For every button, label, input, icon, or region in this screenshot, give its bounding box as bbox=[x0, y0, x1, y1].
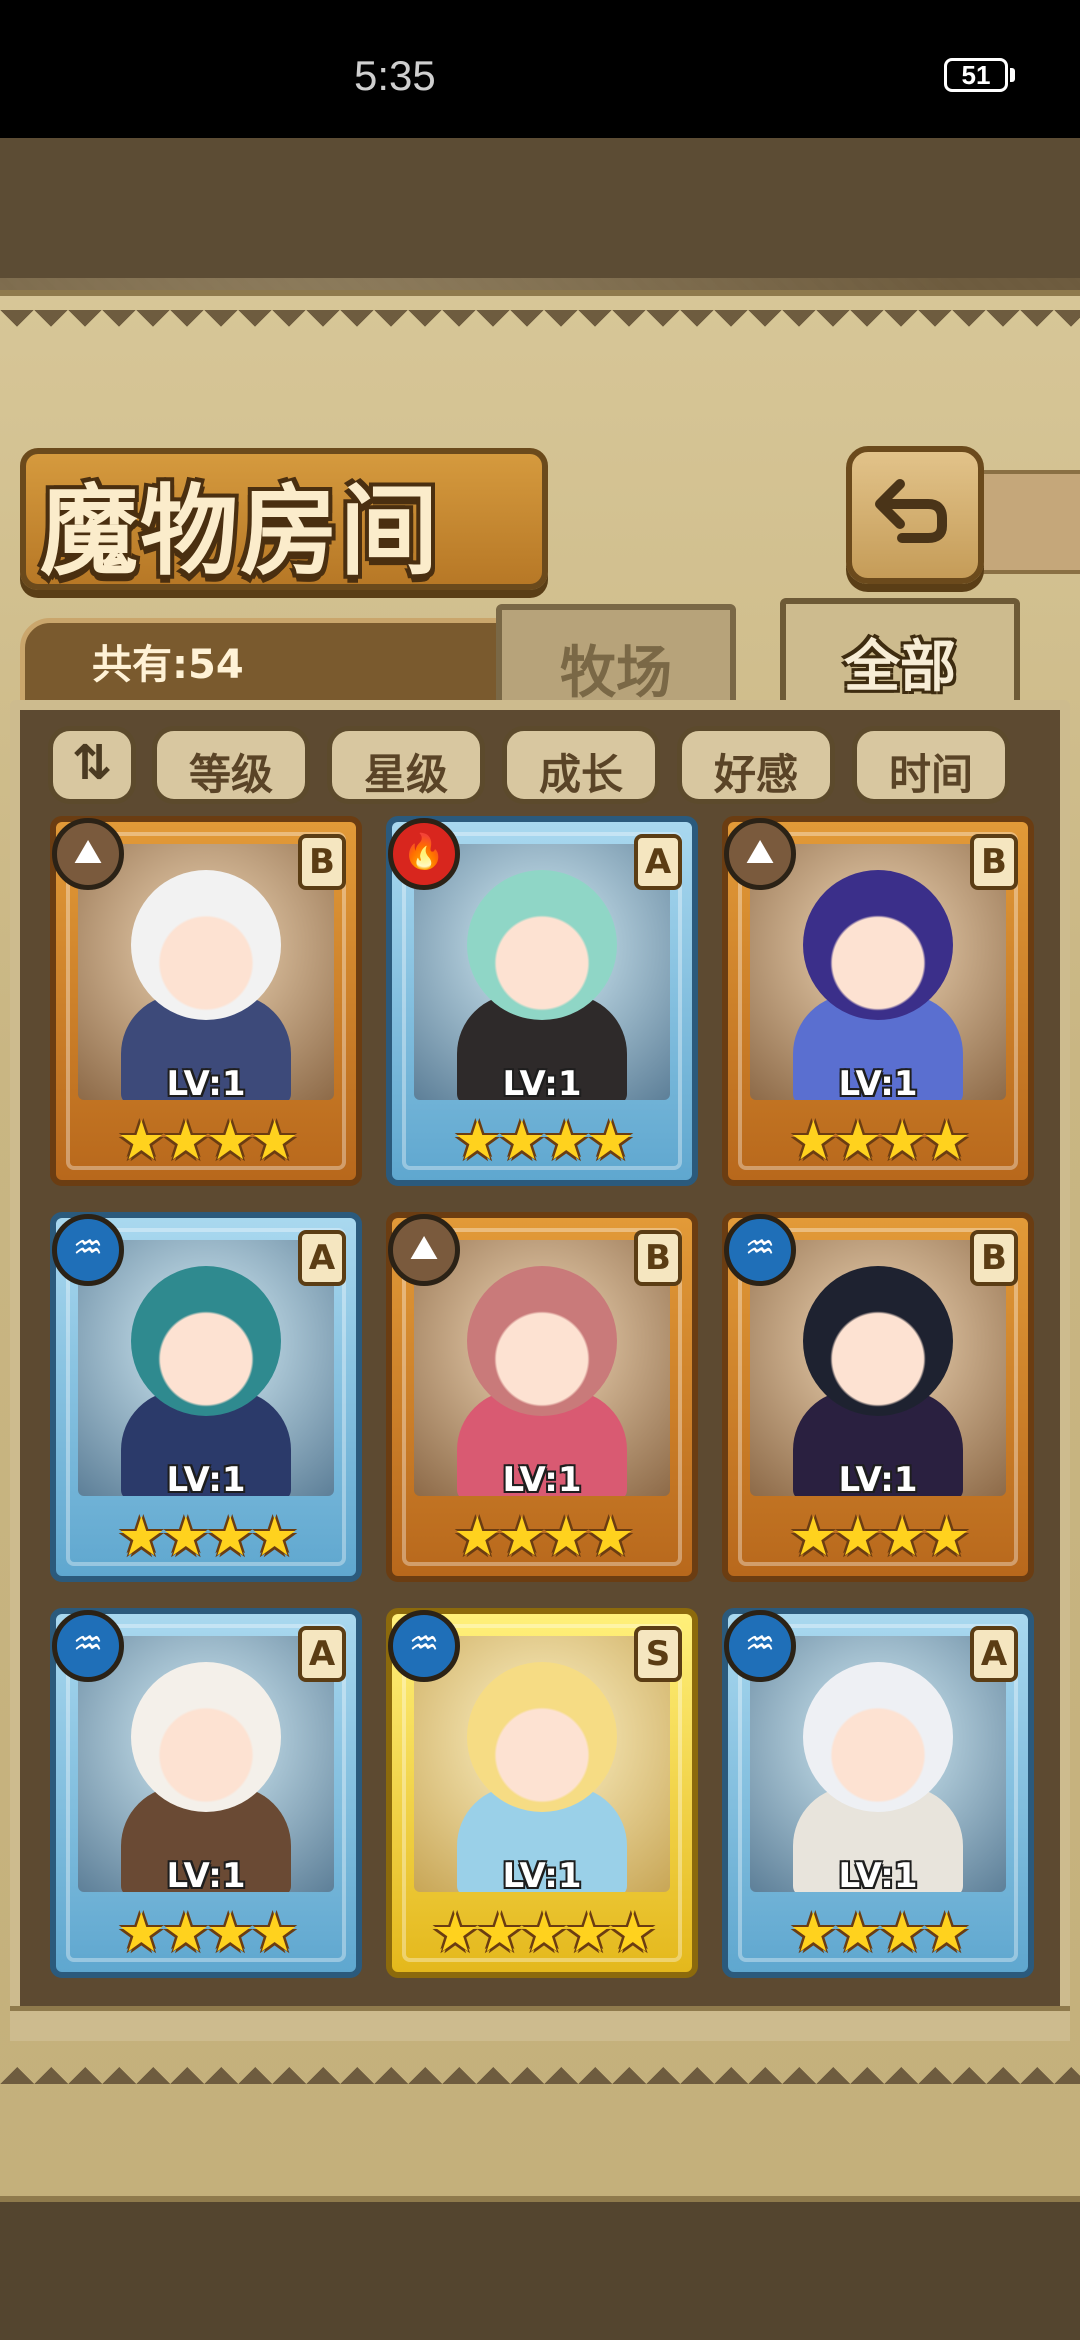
monster-card[interactable]: ♒ B LV:1 ★★★★ bbox=[722, 1212, 1034, 1582]
rank-badge: A bbox=[298, 1626, 346, 1682]
ascending-descending-icon: ⇅ bbox=[71, 735, 113, 791]
torn-edge-top bbox=[0, 310, 1080, 344]
monster-card[interactable]: ♒ A LV:1 ★★★★ bbox=[50, 1608, 362, 1978]
tab-ranch-label: 牧场 bbox=[560, 641, 672, 706]
level-label: LV:1 bbox=[166, 1856, 246, 1896]
return-arrow-icon bbox=[875, 479, 947, 543]
rank-badge: A bbox=[970, 1626, 1018, 1682]
level-label: LV:1 bbox=[502, 1460, 582, 1500]
monster-card[interactable]: 🔥 A LV:1 ★★★★ bbox=[386, 816, 698, 1186]
torn-edge-bottom bbox=[0, 2050, 1080, 2084]
tab-all-label: 全部 bbox=[844, 635, 956, 700]
star-rating: ★★★★ bbox=[453, 1109, 635, 1172]
monster-portrait bbox=[78, 1636, 334, 1892]
level-label: LV:1 bbox=[166, 1064, 246, 1104]
tab-ranch[interactable]: 牧场 bbox=[496, 604, 736, 714]
monster-portrait bbox=[750, 1240, 1006, 1496]
water-element-icon: ♒ bbox=[724, 1214, 796, 1286]
monster-head bbox=[131, 1662, 281, 1812]
rank-badge: S bbox=[634, 1626, 682, 1682]
level-label: LV:1 bbox=[838, 1460, 918, 1500]
monster-head bbox=[803, 1266, 953, 1416]
sort-star-button[interactable]: 星级 bbox=[327, 726, 485, 804]
level-label: LV:1 bbox=[502, 1856, 582, 1896]
back-button[interactable] bbox=[846, 446, 984, 584]
monster-card[interactable]: ⛰ B LV:1 ★★★★ bbox=[722, 816, 1034, 1186]
star-rating: ★★★★★ bbox=[430, 1901, 657, 1964]
star-rating: ★★★★ bbox=[117, 1109, 299, 1172]
earth-element-icon: ⛰ bbox=[724, 818, 796, 890]
rank-badge: B bbox=[970, 1230, 1018, 1286]
status-bar: 5:35 51 bbox=[0, 0, 1080, 138]
monster-portrait bbox=[750, 844, 1006, 1100]
monster-head bbox=[803, 1662, 953, 1812]
monster-head bbox=[131, 1266, 281, 1416]
sort-time-button[interactable]: 时间 bbox=[852, 726, 1010, 804]
star-rating: ★★★★ bbox=[789, 1505, 971, 1568]
sort-growth-label: 成长 bbox=[538, 750, 623, 799]
monster-portrait bbox=[414, 1636, 670, 1892]
sort-time-label: 时间 bbox=[888, 750, 973, 799]
fire-element-icon: 🔥 bbox=[388, 818, 460, 890]
level-label: LV:1 bbox=[838, 1856, 918, 1896]
rank-badge: A bbox=[298, 1230, 346, 1286]
map-bottom-band bbox=[0, 2200, 1080, 2340]
map-top-band bbox=[0, 138, 1080, 278]
sort-order-toggle[interactable]: ⇅ bbox=[48, 726, 136, 804]
monster-head bbox=[467, 870, 617, 1020]
sort-level-button[interactable]: 等级 bbox=[152, 726, 310, 804]
star-rating: ★★★★ bbox=[117, 1505, 299, 1568]
monster-portrait bbox=[750, 1636, 1006, 1892]
sort-affection-button[interactable]: 好感 bbox=[677, 726, 835, 804]
frame-bottom bbox=[10, 2006, 1070, 2041]
sort-affection-label: 好感 bbox=[713, 750, 798, 799]
monster-portrait bbox=[414, 844, 670, 1100]
status-time: 5:35 bbox=[354, 52, 436, 99]
monster-head bbox=[467, 1662, 617, 1812]
rank-badge: B bbox=[970, 834, 1018, 890]
monster-head bbox=[131, 870, 281, 1020]
monster-card[interactable]: ♒ A LV:1 ★★★★ bbox=[722, 1608, 1034, 1978]
monster-card[interactable]: ⛰ B LV:1 ★★★★ bbox=[50, 816, 362, 1186]
rank-badge: B bbox=[634, 1230, 682, 1286]
level-label: LV:1 bbox=[838, 1064, 918, 1104]
star-rating: ★★★★ bbox=[789, 1109, 971, 1172]
rank-badge: B bbox=[298, 834, 346, 890]
water-element-icon: ♒ bbox=[724, 1610, 796, 1682]
earth-element-icon: ⛰ bbox=[52, 818, 124, 890]
monster-portrait bbox=[414, 1240, 670, 1496]
page-title: 魔物房间 bbox=[40, 474, 441, 589]
monster-card[interactable]: ♒ S LV:1 ★★★★★ bbox=[386, 1608, 698, 1978]
battery-icon: 51 bbox=[944, 58, 1008, 92]
sort-growth-button[interactable]: 成长 bbox=[502, 726, 660, 804]
water-element-icon: ♒ bbox=[52, 1214, 124, 1286]
level-label: LV:1 bbox=[502, 1064, 582, 1104]
monster-portrait bbox=[78, 844, 334, 1100]
monster-count: 共有:54 bbox=[92, 642, 244, 688]
star-rating: ★★★★ bbox=[453, 1505, 635, 1568]
sort-level-label: 等级 bbox=[188, 750, 273, 799]
rank-badge: A bbox=[634, 834, 682, 890]
monster-head bbox=[467, 1266, 617, 1416]
monster-card[interactable]: ⛰ B LV:1 ★★★★ bbox=[386, 1212, 698, 1582]
battery-tip bbox=[1010, 68, 1015, 82]
star-rating: ★★★★ bbox=[789, 1901, 971, 1964]
earth-element-icon: ⛰ bbox=[388, 1214, 460, 1286]
monster-head bbox=[803, 870, 953, 1020]
monster-card[interactable]: ♒ A LV:1 ★★★★ bbox=[50, 1212, 362, 1582]
water-element-icon: ♒ bbox=[52, 1610, 124, 1682]
level-label: LV:1 bbox=[166, 1460, 246, 1500]
star-rating: ★★★★ bbox=[117, 1901, 299, 1964]
monster-portrait bbox=[78, 1240, 334, 1496]
water-element-icon: ♒ bbox=[388, 1610, 460, 1682]
sort-star-label: 星级 bbox=[363, 750, 448, 799]
